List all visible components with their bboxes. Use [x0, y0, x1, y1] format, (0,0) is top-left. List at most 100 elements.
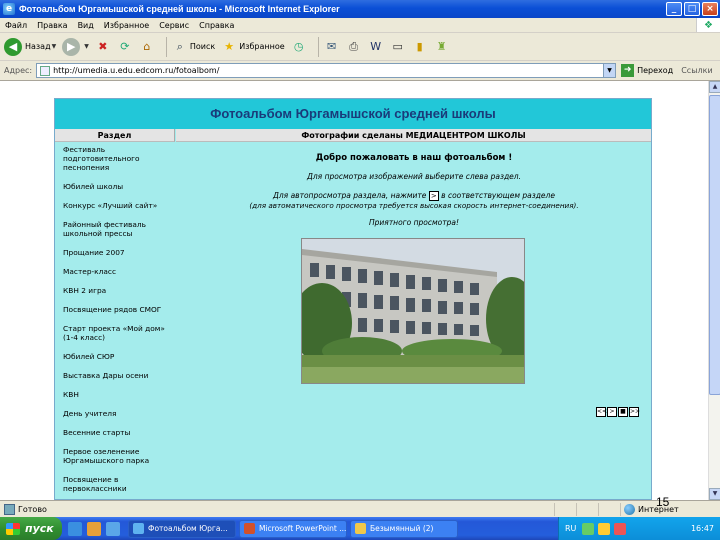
section-list: Фестиваль подготовительного песнопения Ю… — [63, 145, 173, 500]
folder-icon[interactable]: ▮ — [412, 39, 428, 55]
welcome-heading: Добро пожаловать в наш фотоальбом ! — [315, 153, 513, 163]
system-tray: RU 16:47 — [558, 517, 720, 540]
photo-album-page: Фотоальбом Юргамышской средней школы Раз… — [54, 98, 652, 500]
back-arrow-icon: ◀ — [4, 37, 22, 56]
outlook-quicklaunch-icon[interactable] — [106, 521, 120, 536]
section-link[interactable]: Старт проекта «Мой дом» (1-4 класс) — [63, 324, 173, 342]
links-button[interactable]: Ссылки — [681, 66, 712, 75]
status-cell — [554, 502, 576, 516]
vertical-scrollbar[interactable]: ▲ ▼ — [708, 81, 720, 500]
refresh-icon[interactable]: ⟳ — [117, 39, 133, 55]
start-label: пуск — [25, 522, 54, 535]
menu-edit[interactable]: Правка — [32, 21, 72, 30]
menu-view[interactable]: Вид — [73, 21, 99, 30]
enjoy-text: Приятного просмотра! — [369, 218, 459, 227]
taskbar: пуск Фотоальбом Юрга... Microsoft PowerP… — [0, 517, 720, 540]
mail-icon[interactable]: ✉ — [324, 39, 340, 55]
autoplay-hint: Для автопросмотра раздела, нажмите > в с… — [177, 191, 651, 201]
language-indicator[interactable]: RU — [565, 524, 576, 533]
chevron-down-icon[interactable]: ▼ — [603, 64, 616, 77]
volume-icon[interactable] — [598, 522, 611, 535]
maximize-button[interactable]: □ — [684, 2, 700, 16]
main-content: Добро пожаловать в наш фотоальбом ! Для … — [177, 145, 651, 227]
taskbar-item-ie[interactable]: Фотоальбом Юрга... — [128, 519, 236, 538]
section-link[interactable]: Первое озеленение Юргамышского парка — [63, 447, 173, 465]
window-titlebar[interactable]: e Фотоальбом Юргамышской средней школы -… — [0, 0, 720, 18]
section-link[interactable]: Конкурс «Лучший сайт» — [63, 201, 173, 210]
history-icon[interactable]: ◷ — [291, 39, 307, 55]
discuss-icon[interactable]: ▭ — [390, 39, 406, 55]
section-link[interactable]: КВН 2 игра — [63, 286, 173, 295]
globe-icon — [624, 503, 635, 515]
windows-logo-icon: ❖ — [696, 18, 720, 32]
scroll-up-icon[interactable]: ▲ — [709, 81, 720, 93]
section-link[interactable]: Юбилей СЮР — [63, 352, 173, 361]
search-button[interactable]: ⌕ Поиск — [172, 39, 215, 55]
menu-favorites[interactable]: Избранное — [99, 21, 154, 30]
section-link[interactable]: Районный фестиваль школьной прессы — [63, 220, 173, 238]
scroll-down-icon[interactable]: ▼ — [709, 488, 720, 500]
toolbar-separator — [165, 36, 167, 57]
edit-word-icon[interactable]: W — [368, 39, 384, 55]
page-title: Фотоальбом Юргамышской средней школы — [55, 99, 651, 129]
desktop-quicklaunch-icon[interactable] — [87, 521, 101, 536]
taskbar-item-powerpoint[interactable]: Microsoft PowerPoint ... — [239, 519, 347, 538]
play-button[interactable]: > — [607, 407, 617, 417]
status-cell — [598, 502, 620, 516]
status-bar: Готово Интернет — [0, 500, 720, 517]
photos-column-header: Фотографии сделаны МЕДИАЦЕНТРОМ ШКОЛЫ — [176, 129, 651, 142]
section-link[interactable]: Юбилей школы — [63, 182, 173, 191]
favorites-button[interactable]: ★ Избранное — [221, 39, 284, 55]
section-link[interactable]: Выставка Дары осени — [63, 371, 173, 380]
address-bar: Адрес: http://umedia.u.edu.edcom.ru/foto… — [0, 61, 720, 81]
back-button[interactable]: ◀ Назад ▼ — [4, 37, 56, 56]
antivirus-icon[interactable] — [614, 522, 627, 535]
network-icon[interactable] — [582, 522, 595, 535]
minimize-button[interactable]: _ — [666, 2, 682, 16]
go-arrow-icon: ➜ — [621, 64, 635, 77]
first-photo-button[interactable]: << — [596, 407, 607, 417]
slideshow-controls: << > ■ >> — [596, 407, 640, 417]
section-link[interactable]: Весенние старты — [63, 428, 173, 437]
task-label: Microsoft PowerPoint ... — [259, 524, 347, 533]
address-url[interactable]: http://umedia.u.edu.edcom.ru/fotoalbom/ — [53, 66, 603, 75]
home-icon[interactable]: ⌂ — [139, 39, 155, 55]
menu-help[interactable]: Справка — [194, 21, 239, 30]
toolbar: ◀ Назад ▼ ▶ ▼ ✖ ⟳ ⌂ ⌕ Поиск ★ Избранное … — [0, 33, 720, 61]
menu-tools[interactable]: Сервис — [154, 21, 194, 30]
section-link[interactable]: КВН — [63, 390, 173, 399]
menu-file[interactable]: Файл — [0, 21, 32, 30]
taskbar-item-folder[interactable]: Безымянный (2) — [350, 519, 458, 538]
print-icon[interactable]: ⎙ — [346, 39, 362, 55]
section-link[interactable]: Посвящение в первоклассники — [63, 475, 173, 493]
section-link[interactable]: Фестиваль подготовительного песнопения — [63, 145, 173, 172]
browser-viewport: Фотоальбом Юргамышской средней школы Раз… — [0, 81, 708, 500]
go-button[interactable]: ➜ Переход — [621, 64, 673, 77]
task-label: Фотоальбом Юрга... — [148, 524, 228, 533]
section-link[interactable]: Прощание 2007 — [63, 248, 173, 257]
start-button[interactable]: пуск — [0, 517, 62, 540]
section-link[interactable]: Посвящение рядов СМОГ — [63, 305, 173, 314]
ie-quicklaunch-icon[interactable] — [68, 521, 82, 536]
clock[interactable]: 16:47 — [691, 524, 714, 533]
forward-button[interactable]: ▶ ▼ — [62, 37, 89, 56]
stop-button[interactable]: ■ — [618, 407, 628, 417]
scroll-thumb[interactable] — [709, 95, 720, 395]
autoplay-hint-end: в соответствующем разделе — [441, 191, 555, 200]
section-link[interactable]: День учителя — [63, 409, 173, 418]
address-input[interactable]: http://umedia.u.edu.edcom.ru/fotoalbom/ … — [36, 63, 617, 78]
last-photo-button[interactable]: >> — [629, 407, 640, 417]
slide-number: 15 — [656, 495, 670, 509]
stop-icon[interactable]: ✖ — [95, 39, 111, 55]
section-column-header: Раздел — [55, 129, 175, 142]
ie-icon: e — [3, 3, 15, 15]
section-link[interactable]: Мастер-класс — [63, 267, 173, 276]
select-hint: Для просмотра изображений выберите слева… — [307, 172, 521, 181]
folder-icon — [355, 523, 366, 534]
page-icon — [40, 65, 51, 76]
messenger-icon[interactable]: ♜ — [434, 39, 450, 55]
window-title: Фотоальбом Юргамышской средней школы - M… — [19, 4, 340, 14]
go-label: Переход — [637, 66, 674, 75]
school-building-image — [302, 239, 524, 383]
close-button[interactable]: × — [702, 2, 718, 16]
